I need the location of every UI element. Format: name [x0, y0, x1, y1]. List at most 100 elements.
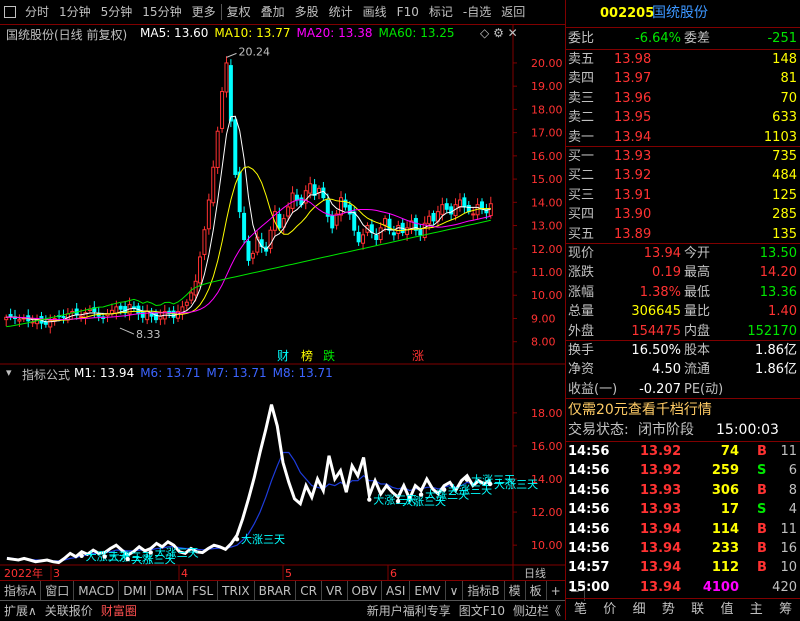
tick-row[interactable]: 15:00 13.94 4100 420: [566, 578, 800, 597]
period-button[interactable]: 分时: [20, 0, 54, 24]
candle-body[interactable]: [114, 306, 119, 314]
tool-button[interactable]: -自选: [458, 0, 496, 24]
candle-body[interactable]: [361, 234, 366, 244]
collapse-icon[interactable]: ▾: [6, 366, 12, 379]
candle-body[interactable]: [440, 204, 445, 215]
tool-button[interactable]: 叠加: [256, 0, 290, 24]
event-marker[interactable]: 跌: [323, 348, 335, 363]
candle-body[interactable]: [17, 319, 22, 322]
candle-body[interactable]: [224, 62, 229, 93]
tool-button[interactable]: 画线: [358, 0, 392, 24]
quote-tab[interactable]: 筹: [771, 600, 800, 620]
candle-body[interactable]: [250, 252, 255, 259]
candle-body[interactable]: [294, 194, 299, 201]
candle-body[interactable]: [233, 119, 238, 175]
book-row[interactable]: 卖二 13.95 633: [566, 108, 800, 127]
candle-body[interactable]: [462, 197, 467, 208]
quote-tab[interactable]: 势: [654, 600, 683, 620]
tick-row[interactable]: 14:56 13.93 306 B 8: [566, 481, 800, 500]
candle-body[interactable]: [352, 211, 357, 231]
tick-row[interactable]: 14:56 13.94 114 B 11: [566, 520, 800, 539]
candle-body[interactable]: [413, 218, 418, 231]
event-marker[interactable]: 涨: [412, 348, 424, 363]
period-button[interactable]: 15分钟: [137, 0, 186, 24]
candle-body[interactable]: [391, 232, 396, 236]
candle-body[interactable]: [396, 225, 401, 235]
book-row[interactable]: 买三 13.91 125: [566, 186, 800, 205]
tool-button[interactable]: F10: [392, 0, 424, 24]
event-marker[interactable]: 财: [277, 349, 289, 363]
candle-body[interactable]: [449, 206, 454, 215]
tick-row[interactable]: 14:56 13.92 259 S 6: [566, 461, 800, 480]
quote-tab[interactable]: 联: [683, 600, 712, 620]
candle-body[interactable]: [471, 213, 476, 216]
indicator-tab[interactable]: MACD: [74, 581, 120, 601]
candle-body[interactable]: [339, 197, 344, 216]
quote-tab[interactable]: 价: [595, 600, 624, 620]
signal-dot[interactable]: [464, 477, 470, 482]
indicator-tab[interactable]: 模: [505, 581, 526, 601]
candle-body[interactable]: [242, 212, 247, 240]
candle-body[interactable]: [215, 130, 220, 168]
signal-dot[interactable]: [367, 497, 372, 502]
candle-body[interactable]: [79, 315, 84, 318]
candle-body[interactable]: [198, 256, 203, 284]
indicator-tab[interactable]: 窗口: [41, 581, 75, 601]
candle-body[interactable]: [431, 212, 436, 222]
indicator-tab[interactable]: DMA: [151, 581, 189, 601]
indicator-tab[interactable]: TRIX: [218, 581, 255, 601]
tool-button[interactable]: 复权: [222, 0, 256, 24]
candle-body[interactable]: [43, 321, 48, 325]
promo-link[interactable]: 仅需20元查看千档行情: [566, 401, 800, 421]
gear-icon[interactable]: ⚙: [493, 26, 504, 40]
candle-body[interactable]: [418, 228, 423, 236]
signal-dot[interactable]: [125, 556, 130, 562]
period-button[interactable]: 5分钟: [96, 0, 138, 24]
footer-link[interactable]: 侧边栏《: [509, 601, 565, 621]
candle-body[interactable]: [466, 204, 471, 213]
book-row[interactable]: 卖三 13.96 70: [566, 89, 800, 108]
signal-dot[interactable]: [487, 481, 493, 487]
book-row[interactable]: 买一 13.93 735: [566, 147, 800, 166]
tick-row[interactable]: 14:56 13.93 17 S 4: [566, 500, 800, 519]
candle-body[interactable]: [211, 166, 216, 204]
footer-link[interactable]: 图文F10: [455, 601, 509, 621]
book-row[interactable]: 买二 13.92 484: [566, 166, 800, 185]
footer-link[interactable]: 财富圈: [97, 601, 141, 621]
indicator-tab[interactable]: DMI: [119, 581, 152, 601]
chart-tools[interactable]: ◇ ⚙ ✕: [480, 26, 518, 40]
footer-link[interactable]: 关联报价: [41, 601, 97, 621]
candle-body[interactable]: [228, 65, 233, 122]
candle-body[interactable]: [290, 192, 295, 209]
candle-body[interactable]: [184, 301, 189, 306]
candle-body[interactable]: [189, 292, 194, 301]
indicator-tab[interactable]: ∨: [446, 581, 464, 601]
quote-tab[interactable]: 主: [742, 600, 771, 620]
candle-body[interactable]: [118, 305, 123, 310]
indicator-tab[interactable]: ASI: [382, 581, 411, 601]
candle-body[interactable]: [286, 206, 291, 217]
indicator-tab[interactable]: 指标B: [463, 581, 505, 601]
quote-tab[interactable]: 值: [713, 600, 742, 620]
indicator-tab[interactable]: EMV: [410, 581, 446, 601]
candle-body[interactable]: [405, 227, 410, 235]
book-row[interactable]: 买四 13.90 285: [566, 205, 800, 224]
tool-button[interactable]: 标记: [424, 0, 458, 24]
candle-body[interactable]: [220, 91, 225, 129]
tool-button[interactable]: 返回: [496, 0, 530, 24]
candle-body[interactable]: [356, 231, 361, 243]
period-button[interactable]: 1分钟: [54, 0, 96, 24]
candle-body[interactable]: [330, 215, 335, 229]
candle-body[interactable]: [334, 213, 339, 226]
tool-button[interactable]: 统计: [324, 0, 358, 24]
indicator-tab[interactable]: VR: [322, 581, 348, 601]
promo-text[interactable]: 仅需20元查看千档行情: [568, 401, 712, 420]
candle-body[interactable]: [61, 315, 66, 318]
quote-tab[interactable]: 笔: [566, 600, 595, 620]
book-row[interactable]: 买五 13.89 135: [566, 225, 800, 244]
quote-tab[interactable]: 细: [625, 600, 654, 620]
candle-body[interactable]: [277, 213, 282, 229]
signal-dot[interactable]: [441, 487, 447, 492]
book-row[interactable]: 卖四 13.97 81: [566, 69, 800, 88]
kline-chart[interactable]: 20.00 19.00 18.00 17.00 16.00 15.00 14.00 13.00…: [0, 25, 565, 580]
